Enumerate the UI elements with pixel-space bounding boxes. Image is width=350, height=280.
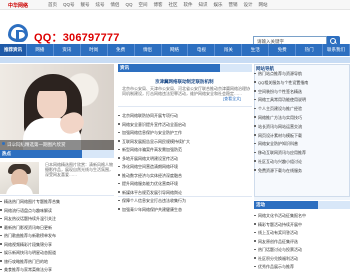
- subnav-strip: [0, 57, 350, 63]
- hot-item[interactable]: 娱乐新闻快讯与明星动态报道: [0, 249, 114, 258]
- nav-item-challenge[interactable]: 闯关: [215, 44, 243, 56]
- activity-item[interactable]: 线上互动有奖问答活动: [254, 229, 350, 238]
- nav-item-network[interactable]: 网络: [162, 44, 189, 56]
- news-item[interactable]: 互联网发展报告显示网民规模持续扩大: [118, 138, 252, 147]
- top-link-special[interactable]: 靓号: [81, 2, 90, 8]
- left-divider: [0, 195, 114, 196]
- news-item[interactable]: 推动数字经济与实体经济深度融合: [118, 172, 252, 181]
- nav-item-couple[interactable]: 情侣: [135, 44, 162, 56]
- nav-item-recommend[interactable]: 推荐资讯: [0, 44, 27, 56]
- top-bar: 中华网络 首页 QQ号 靓号 炫号 情侣 QQ 空间 博客 社区 软件 知识 娱…: [0, 0, 350, 10]
- nav-item-fashion[interactable]: 时尚: [81, 44, 108, 56]
- qq-number: QQ：306797777: [34, 32, 120, 44]
- nav-item-free[interactable]: 免费: [108, 44, 135, 56]
- top-link-couple[interactable]: 情侣: [111, 2, 120, 8]
- main-nav: 推荐资讯 网播 资讯 时尚 免费 情侣 网络 电视 闯关 生活 免费 热门 联系…: [0, 44, 350, 56]
- left-section-header: 热点: [0, 150, 114, 158]
- top-link-software[interactable]: 软件: [184, 2, 193, 8]
- nav-item-hot[interactable]: 热门: [296, 44, 324, 56]
- top-link-qq[interactable]: QQ号: [63, 2, 75, 8]
- right-link-item[interactable]: 空间装扮与个性签名精选: [254, 88, 350, 97]
- hot-thumbnail[interactable]: [0, 162, 39, 194]
- center-section-header: 资讯: [118, 64, 252, 72]
- right-footer-strip: [254, 197, 350, 200]
- top-link-knowledge[interactable]: 知识: [199, 2, 208, 8]
- hot-item[interactable]: 最新热门影视资讯每日更新: [0, 224, 114, 233]
- top-link-qq2[interactable]: QQ: [126, 2, 133, 8]
- news-item[interactable]: 加强网络信息保护与安全防护工作: [118, 129, 252, 138]
- top-link-design[interactable]: 设计: [244, 2, 253, 8]
- top-link-community[interactable]: 社区: [169, 2, 178, 8]
- center-divider: [118, 106, 252, 107]
- top-link-entertainment[interactable]: 娱乐: [214, 2, 223, 8]
- carousel-dot-5[interactable]: [22, 142, 25, 145]
- news-item[interactable]: 加强青少年网络保护共建健康生态: [118, 206, 252, 215]
- news-item[interactable]: 北京网络联防协同开展专项行动: [118, 112, 252, 121]
- header: QQ：306797777 请输入关键字: [0, 10, 350, 46]
- carousel-dots: [2, 142, 25, 145]
- thumbnail-body: [6, 184, 33, 194]
- hot-item[interactable]: 网络视频精彩片段集锦分享: [0, 241, 114, 250]
- logo-icon: [8, 24, 28, 42]
- right-link-item[interactable]: QQ相关服务与个性设置指南: [254, 79, 350, 88]
- nav-item-tv[interactable]: 电视: [188, 44, 216, 56]
- hot-item[interactable]: 精选热门网络图片专题推荐合集: [0, 198, 114, 207]
- hero-figure-bangs: [34, 79, 70, 91]
- nav-item-news[interactable]: 资讯: [54, 44, 81, 56]
- carousel-dot-3[interactable]: [12, 142, 15, 145]
- right-section-header: 活动: [254, 201, 350, 209]
- activity-item[interactable]: 优秀作品展示与推荐: [254, 263, 350, 272]
- right-link-item[interactable]: 个人主页建设与推广经验: [254, 105, 350, 114]
- hot-item[interactable]: 热门歌曲推荐与新歌榜单发布: [0, 232, 114, 241]
- right-link-item[interactable]: 免费资源下载与在线服务: [254, 167, 350, 176]
- carousel-dot-4[interactable]: [17, 142, 20, 145]
- hot-item[interactable]: 旅行攻略推荐热门目的地: [0, 258, 114, 267]
- activity-item[interactable]: 网友原创作品征集评选: [254, 238, 350, 247]
- top-link-cool[interactable]: 炫号: [96, 2, 105, 8]
- right-link-item[interactable]: 移动互联网资讯与应用推荐: [254, 149, 350, 158]
- right-activity-list: 网络文化节活动征集报名中 精彩专题活动持续开展中 线上互动有奖问答活动 网友原创…: [254, 212, 350, 272]
- hot-intro-text: 日本网络精选图片欣赏：清新风格人物摄影作品，展现自然光线与生活氛围，深受网友喜爱…: [45, 162, 113, 177]
- hero-image[interactable]: 日本网络精选第一期图片欣赏: [0, 64, 114, 150]
- hot-item[interactable]: 网友热议话题持续升温引关注: [0, 215, 114, 224]
- right-link-item[interactable]: 热门站点推荐与资源导航: [254, 70, 350, 79]
- activity-item[interactable]: 精彩专题活动持续开展中: [254, 221, 350, 230]
- activity-item[interactable]: 网络文化节活动征集报名中: [254, 212, 350, 221]
- news-item[interactable]: 提升网络服务能力优化营商环境: [118, 180, 252, 189]
- right-link-item[interactable]: 网络工具常用功能使用说明: [254, 96, 350, 105]
- right-link-item[interactable]: 社区互动与兴趣小组讨论: [254, 158, 350, 167]
- top-link-site[interactable]: 网站: [259, 2, 268, 8]
- top-link-home[interactable]: 首页: [48, 2, 57, 8]
- brand-title: 中华网络: [8, 3, 29, 9]
- top-link-space[interactable]: 空间: [139, 2, 148, 8]
- activity-item[interactable]: 热门话题讨论与投票活动: [254, 246, 350, 255]
- nav-item-broadcast[interactable]: 网播: [27, 44, 54, 56]
- news-item[interactable]: 新型网络诈骗案件高发需加强防范: [118, 146, 252, 155]
- top-link-blog[interactable]: 博客: [154, 2, 163, 8]
- nav-item-contact[interactable]: 联系我们: [323, 44, 350, 56]
- center-divider-bottom: [118, 196, 252, 197]
- top-link-marketing[interactable]: 营销: [229, 2, 238, 8]
- hot-item[interactable]: 美食推荐与家常菜做法分享: [0, 266, 114, 275]
- read-more-link[interactable]: [查看全文]: [223, 96, 241, 102]
- hot-item[interactable]: 网络流行语盘点与趣味解读: [0, 207, 114, 216]
- carousel-dot-2[interactable]: [7, 142, 10, 145]
- carousel-dot-1[interactable]: [2, 142, 5, 145]
- nav-item-life[interactable]: 生活: [242, 44, 270, 56]
- right-link-item[interactable]: 站长资讯与网站运营交流: [254, 123, 350, 132]
- news-item[interactable]: 保障个人信息安全打击违法收集行为: [118, 197, 252, 206]
- activity-item[interactable]: 社区积分兑换福利活动: [254, 255, 350, 264]
- news-item[interactable]: 网络安全意识提升宣传活动全面启动: [118, 121, 252, 130]
- right-link-item[interactable]: 网络推广方法与实用技巧: [254, 114, 350, 123]
- news-item[interactable]: 净化网络空间营造清朗网络环境: [118, 163, 252, 172]
- nav-item-free-2[interactable]: 免费: [269, 44, 297, 56]
- right-link-list: 热门站点推荐与资源导航 QQ相关服务与个性设置指南 空间装扮与个性签名精选 网络…: [254, 70, 350, 176]
- right-link-item[interactable]: 网络安全防护知识科普: [254, 140, 350, 149]
- top-links: 首页 QQ号 靓号 炫号 情侣 QQ 空间 博客 社区 软件 知识 娱乐 营销 …: [48, 2, 268, 8]
- hot-list: 精选热门网络图片专题推荐合集 网络流行语盘点与趣味解读 网友热议话题持续升温引关…: [0, 198, 114, 275]
- right-link-item[interactable]: 网页设计素材与模板下载: [254, 132, 350, 141]
- news-item[interactable]: 多地开展网络文明建设宣传活动: [118, 155, 252, 164]
- center-news-list: 北京网络联防协同开展专项行动 网络安全意识提升宣传活动全面启动 加强网络信息保护…: [118, 112, 252, 214]
- article-title[interactable]: 京津冀网络联动制定联防机制: [155, 79, 214, 85]
